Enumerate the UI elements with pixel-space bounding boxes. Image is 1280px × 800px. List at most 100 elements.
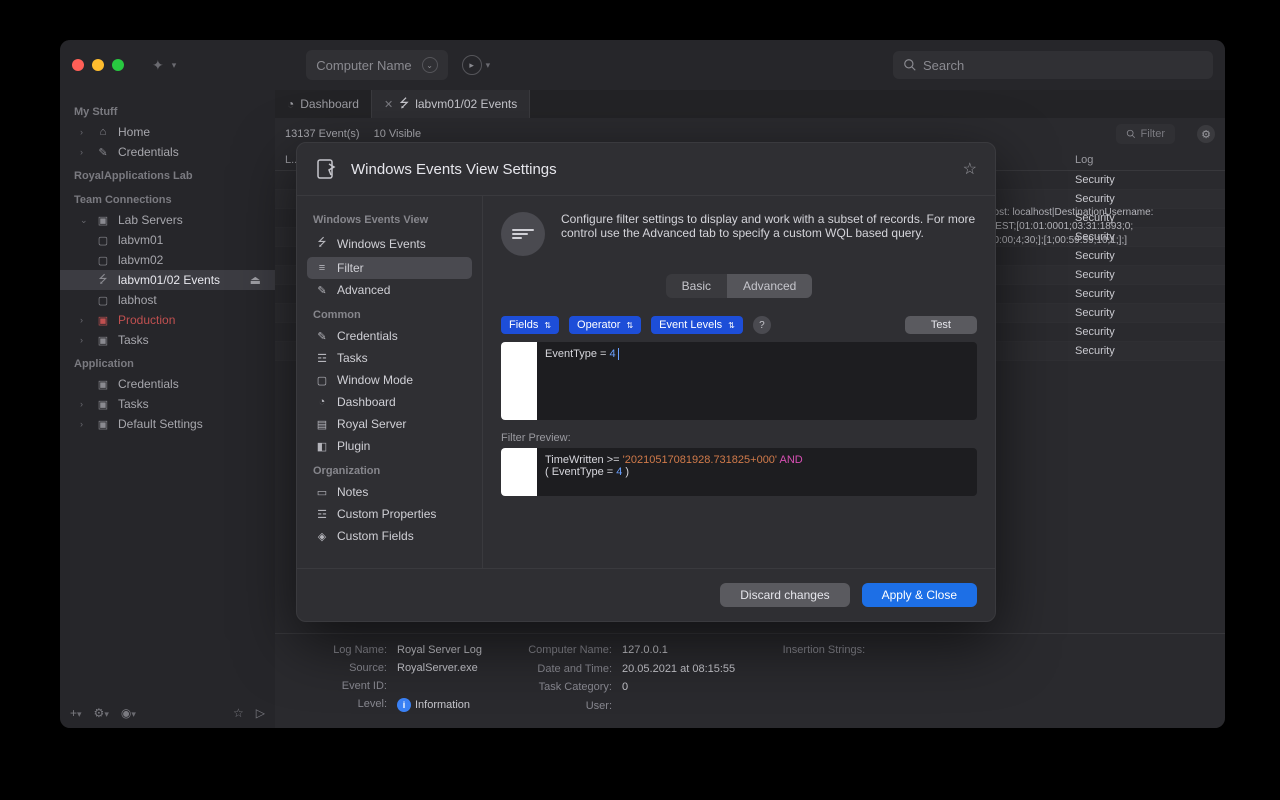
play-dropdown-icon[interactable]: ▾ (486, 60, 491, 71)
event-id-label: Event ID: (287, 680, 387, 692)
modal-item-window[interactable]: ▢Window Mode (307, 369, 472, 391)
zoom-window-button[interactable] (112, 59, 124, 71)
sidebar-section-app: Application (60, 350, 275, 374)
sidebar-item-credentials[interactable]: ›✎Credentials (60, 142, 275, 162)
filter-preview: TimeWritten >= '20210517081928.731825+00… (501, 448, 977, 496)
add-button[interactable]: +▾ (70, 706, 82, 720)
close-tab-icon[interactable]: ✕ (384, 98, 393, 111)
modal-item-dashboard[interactable]: ◔Dashboard (307, 391, 472, 413)
wql-editor[interactable]: EventType = 4 (501, 342, 977, 420)
folder-icon: ▣ (96, 313, 110, 327)
toolbar-sparkle-icon[interactable]: ✦ (152, 57, 164, 74)
sidebar-footer: +▾ ⚙▾ ◉▾ ☆ ▷ (70, 706, 265, 720)
segmented-control: Basic Advanced (666, 274, 813, 298)
folder-icon: ▣ (96, 397, 110, 411)
discard-button[interactable]: Discard changes (720, 583, 849, 607)
sidebar-item-labvm02[interactable]: ▢labvm02 (60, 250, 275, 270)
modal-item-advanced[interactable]: ✎Advanced (307, 279, 472, 301)
computer-value: 127.0.0.1 (622, 644, 735, 657)
modal-title: Windows Events View Settings (351, 161, 557, 178)
modal-description-text: Configure filter settings to display and… (561, 212, 977, 256)
test-button[interactable]: Test (905, 316, 977, 334)
modal-item-filter[interactable]: ≡Filter (307, 257, 472, 279)
sidebar-item-app-tasks[interactable]: ›▣Tasks (60, 394, 275, 414)
column-log[interactable]: Log (1075, 154, 1093, 166)
fields-select[interactable]: Fields⇅ (501, 316, 559, 334)
sidebar-item-app-creds[interactable]: ▣Credentials (60, 374, 275, 394)
apply-button[interactable]: Apply & Close (862, 583, 977, 607)
list-icon: ☲ (315, 508, 329, 521)
folder-icon: ▣ (96, 377, 110, 391)
preview-text: TimeWritten >= '20210517081928.731825+00… (537, 448, 977, 496)
modal-item-cprops[interactable]: ☲Custom Properties (307, 503, 472, 525)
play-icon[interactable]: ▷ (256, 706, 265, 720)
total-events-label: 13137 Event(s) (285, 128, 360, 140)
modal-item-royal[interactable]: ▤Royal Server (307, 413, 472, 435)
eject-icon[interactable]: ⏏ (250, 273, 261, 287)
monitor-icon: ▢ (96, 293, 110, 307)
task-label: Task Category: (512, 681, 612, 694)
modal-item-plugin[interactable]: ◧Plugin (307, 435, 472, 457)
modal-content: Configure filter settings to display and… (482, 196, 995, 568)
search-input[interactable]: Search (893, 51, 1213, 79)
details-col-2: Computer Name:127.0.0.1 Date and Time:20… (512, 644, 735, 712)
modal-item-notes[interactable]: ▭Notes (307, 481, 472, 503)
gear-button[interactable]: ⚙▾ (94, 706, 109, 720)
globe-button[interactable]: ◉▾ (121, 706, 136, 720)
modal-body: Windows Events View ⭍Windows Events ≡Fil… (297, 195, 995, 568)
operator-select[interactable]: Operator⇅ (569, 316, 641, 334)
minimize-window-button[interactable] (92, 59, 104, 71)
tab-events[interactable]: ✕⭍labvm01/02 Events (372, 90, 530, 118)
help-button[interactable]: ? (753, 316, 771, 334)
dashboard-icon: ◔ (315, 396, 329, 408)
editor-text: EventType = 4 (537, 342, 977, 420)
play-button[interactable]: ▸ (462, 55, 482, 75)
dashboard-icon: ◔ (287, 97, 294, 111)
log-name-value: Royal Server Log (397, 644, 482, 656)
folder-icon: ▣ (96, 333, 110, 347)
sidebar-item-labvm-events[interactable]: ⭍labvm01/02 Events⏏ (60, 270, 275, 290)
note-icon: ▭ (315, 486, 329, 499)
modal-item-cfields[interactable]: ◈Custom Fields (307, 525, 472, 547)
favorite-button[interactable]: ☆ (963, 159, 977, 179)
filter-input[interactable]: Filter (1116, 124, 1175, 144)
sidebar-item-labhost[interactable]: ▢labhost (60, 290, 275, 310)
computer-name-select[interactable]: Computer Name ⌄ (306, 50, 447, 80)
star-icon[interactable]: ☆ (233, 706, 244, 720)
details-col-3: Insertion Strings: (765, 644, 875, 712)
event-id-value (397, 680, 482, 692)
modal-item-events[interactable]: ⭍Windows Events (307, 230, 472, 257)
sidebar-item-labvm01[interactable]: ▢labvm01 (60, 230, 275, 250)
date-value: 20.05.2021 at 08:15:55 (622, 663, 735, 676)
computer-label: Computer Name: (512, 644, 612, 657)
toolbar-icon-group: ✦ ▾ (152, 57, 176, 74)
monitor-icon: ▢ (96, 233, 110, 247)
sidebar-item-home[interactable]: ›⌂Home (60, 122, 275, 142)
levels-select[interactable]: Event Levels⇅ (651, 316, 743, 334)
sidebar-item-production[interactable]: ›▣Production (60, 310, 275, 330)
search-icon (903, 58, 917, 72)
modal-sidebar: Windows Events View ⭍Windows Events ≡Fil… (297, 196, 482, 568)
sidebar-item-labservers[interactable]: ⌄▣Lab Servers (60, 210, 275, 230)
modal-item-creds[interactable]: ✎Credentials (307, 325, 472, 347)
computer-name-label: Computer Name (316, 58, 411, 73)
seg-basic[interactable]: Basic (666, 274, 727, 298)
toolbar-dropdown-icon[interactable]: ▾ (172, 60, 177, 71)
sidebar-item-tasks[interactable]: ›▣Tasks (60, 330, 275, 350)
insertion-label: Insertion Strings: (765, 644, 865, 712)
chevron-down-icon: ⌄ (422, 57, 438, 73)
tab-dashboard[interactable]: ◔Dashboard (275, 90, 372, 118)
modal-item-tasks[interactable]: ☲Tasks (307, 347, 472, 369)
table-settings-button[interactable]: ⚙ (1197, 125, 1215, 143)
events-icon: ⭍ (315, 234, 329, 253)
visible-events-label: 10 Visible (374, 128, 422, 140)
close-window-button[interactable] (72, 59, 84, 71)
details-col-1: Log Name:Royal Server Log Source:RoyalSe… (287, 644, 482, 712)
preview-label: Filter Preview: (501, 432, 977, 444)
search-placeholder: Search (923, 58, 964, 73)
seg-advanced[interactable]: Advanced (727, 274, 812, 298)
sidebar-section-lab: RoyalApplications Lab (60, 162, 275, 186)
sidebar-item-default-settings[interactable]: ›▣Default Settings (60, 414, 275, 434)
editor-gutter (501, 342, 537, 420)
chevron-updown-icon: ⇅ (626, 321, 633, 330)
